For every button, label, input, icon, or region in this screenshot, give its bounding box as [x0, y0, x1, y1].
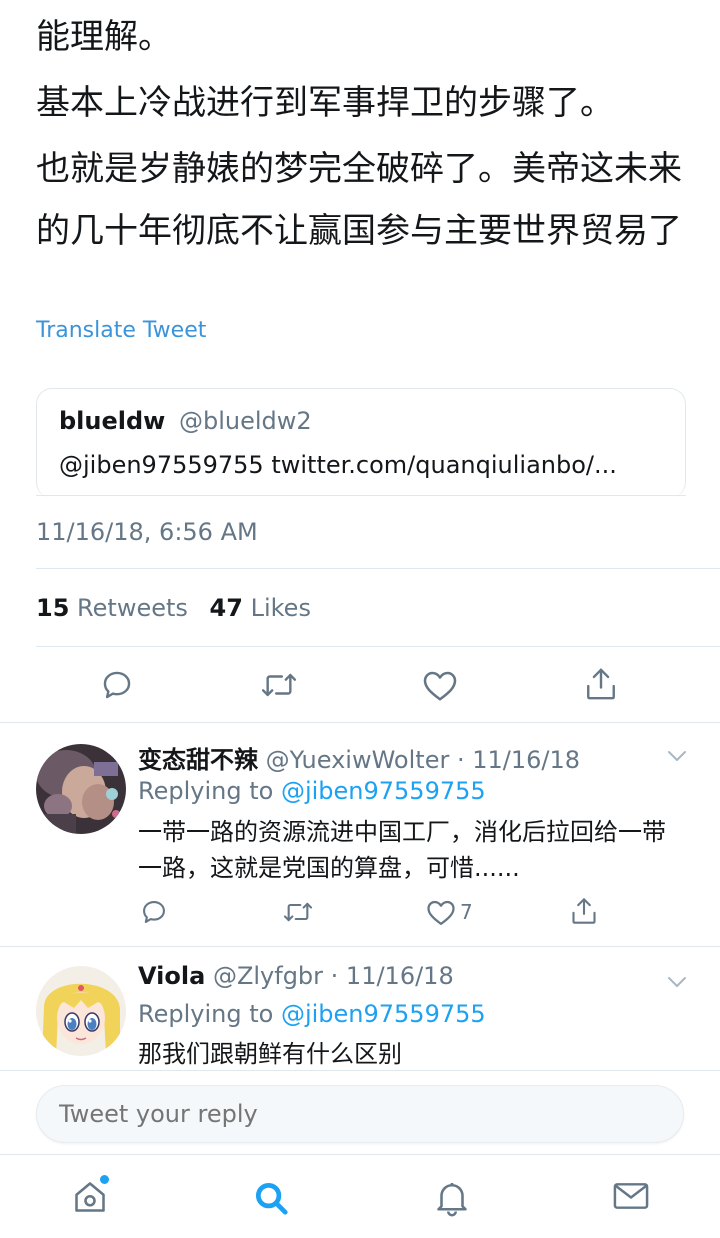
- quoted-tweet-author-handle: @blueldw2: [179, 407, 312, 435]
- reply-button[interactable]: [140, 898, 168, 930]
- share-button[interactable]: [584, 666, 618, 702]
- share-icon: [587, 668, 615, 700]
- tab-messages[interactable]: [612, 1179, 650, 1217]
- reply-menu-button[interactable]: [666, 748, 688, 767]
- tab-home[interactable]: [72, 1175, 109, 1219]
- avatar-image: [36, 966, 126, 1056]
- reply-tweet[interactable]: Viola @Zlyfgbr · 11/16/18 Replying to @j…: [0, 946, 720, 1070]
- divider: [36, 646, 720, 647]
- chevron-down-icon: [668, 977, 686, 987]
- tab-notifications[interactable]: [434, 1179, 470, 1221]
- bell-icon: [437, 1183, 467, 1217]
- tweet-timestamp: 11/16/18, 6:56 AM: [36, 518, 258, 546]
- reply-input[interactable]: [36, 1085, 684, 1143]
- retweets-stat[interactable]: 15 Retweets: [36, 594, 188, 622]
- likes-label: Likes: [250, 594, 311, 622]
- home-notification-dot: [100, 1175, 109, 1184]
- reply-icon: [143, 901, 165, 923]
- retweet-icon: [261, 673, 297, 697]
- reply-header: Viola @Zlyfgbr · 11/16/18: [138, 962, 454, 990]
- tweet-text-line: 基本上冷战进行到军事捍卫的步骤了。: [36, 83, 614, 123]
- tweet-text-line: 也就是岁静婊的梦完全破碎了。美帝这未来的几十年彻底不让赢国参与主要世界贸易了: [36, 149, 682, 251]
- reply-header: 变态甜不辣 @YuexiwWolter · 11/16/18: [138, 740, 580, 775]
- replying-to-mention[interactable]: @jiben97559755: [281, 777, 486, 805]
- reply-tweet[interactable]: 变态甜不辣 @YuexiwWolter · 11/16/18 Replying …: [0, 722, 720, 946]
- quoted-tweet-header: blueldw @blueldw2: [59, 407, 312, 435]
- avatar-image: [36, 744, 126, 834]
- quoted-tweet-card[interactable]: blueldw @blueldw2 @jiben97559755 twitter…: [36, 388, 686, 498]
- replying-to: Replying to @jiben97559755: [138, 1000, 486, 1028]
- heart-icon: [423, 671, 457, 701]
- like-count: 7: [460, 900, 473, 924]
- chevron-down-icon: [668, 751, 686, 761]
- mail-icon: [613, 1183, 649, 1209]
- quoted-tweet-author-name: blueldw: [59, 407, 166, 435]
- divider: [36, 568, 720, 569]
- reply-button[interactable]: [100, 668, 134, 702]
- like-button[interactable]: 7: [426, 898, 473, 926]
- tweet-text-line: 能理解。: [36, 17, 172, 57]
- reply-composer-bar: [0, 1070, 720, 1154]
- heart-icon: [427, 900, 455, 925]
- likes-stat[interactable]: 47 Likes: [210, 594, 311, 622]
- avatar[interactable]: [36, 966, 126, 1056]
- tab-search[interactable]: [252, 1179, 290, 1221]
- share-button[interactable]: [570, 896, 598, 930]
- likes-count: 47: [209, 594, 243, 622]
- quoted-tweet-bottom-edge: [36, 495, 686, 496]
- search-icon: [255, 1182, 288, 1215]
- share-icon: [572, 898, 596, 924]
- reply-text: 那我们跟朝鲜有什么区别: [138, 1040, 402, 1068]
- replying-to-label: Replying to: [138, 777, 274, 805]
- reply-meta: @Zlyfgbr · 11/16/18: [212, 962, 454, 990]
- quoted-tweet-body: @jiben97559755 twitter.com/quanqiulianbo…: [59, 451, 617, 479]
- tweet-action-bar: [0, 664, 720, 708]
- retweet-button[interactable]: [282, 898, 314, 930]
- retweets-count: 15: [36, 594, 70, 622]
- reply-menu-button[interactable]: [666, 974, 688, 993]
- retweet-icon: [283, 902, 313, 922]
- reply-author-name[interactable]: 变态甜不辣: [138, 746, 258, 774]
- tweet-text: 能理解。 基本上冷战进行到军事捍卫的步骤了。 也就是岁静婊的梦完全破碎了。美帝这…: [36, 6, 696, 262]
- translate-tweet-link[interactable]: Translate Tweet: [36, 318, 206, 343]
- replying-to-label: Replying to: [138, 1000, 274, 1028]
- bottom-tab-bar: [0, 1154, 720, 1238]
- like-button[interactable]: [422, 668, 458, 702]
- reply-meta: @YuexiwWolter · 11/16/18: [265, 746, 580, 774]
- avatar[interactable]: [36, 744, 126, 834]
- home-icon: [75, 1182, 105, 1212]
- tweet-stats: 15 Retweets 47 Likes: [36, 594, 311, 622]
- replying-to: Replying to @jiben97559755: [138, 777, 486, 805]
- reply-author-name[interactable]: Viola: [138, 962, 205, 990]
- replying-to-mention[interactable]: @jiben97559755: [281, 1000, 486, 1028]
- retweets-label: Retweets: [77, 594, 188, 622]
- reply-text: 一带一路的资源流进中国工厂，消化后拉回给一带一路，这就是党国的算盘，可惜....…: [138, 818, 666, 882]
- retweet-button[interactable]: [260, 668, 298, 702]
- reply-icon: [103, 671, 131, 699]
